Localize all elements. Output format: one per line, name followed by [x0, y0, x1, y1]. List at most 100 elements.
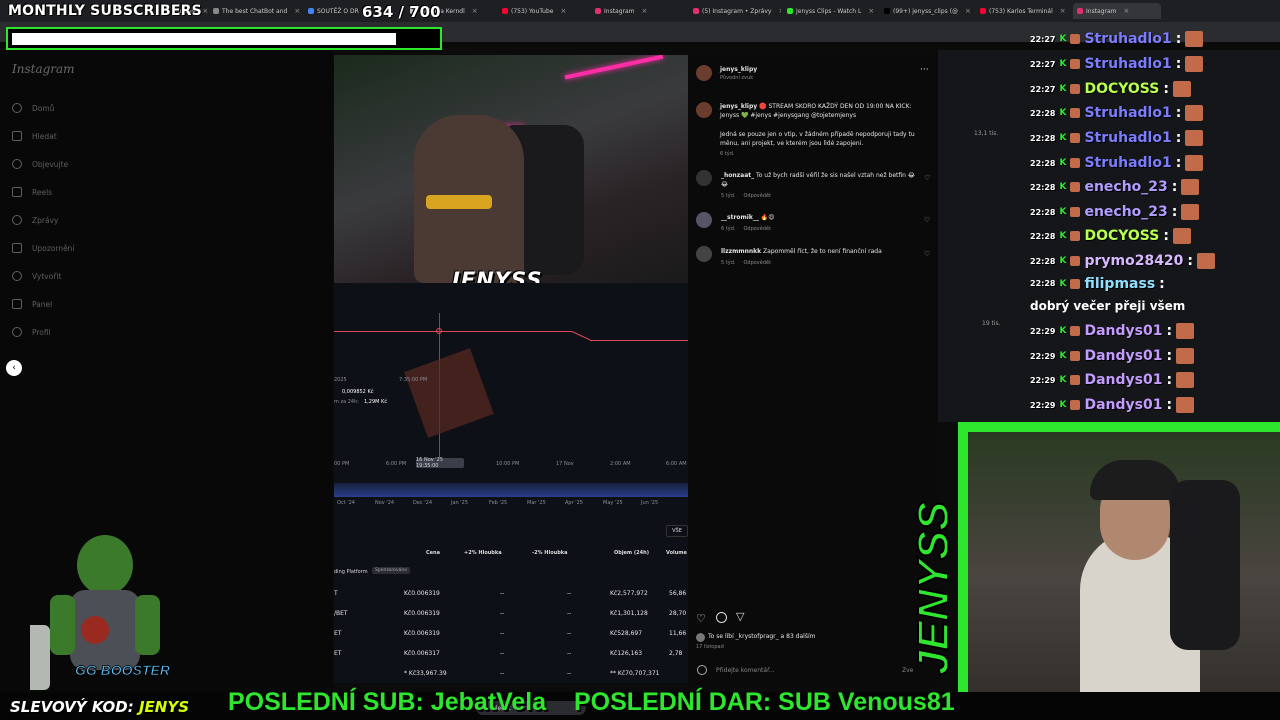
chat-username[interactable]: Struhadlo1: [1084, 130, 1171, 146]
tab-close-icon[interactable]: ×: [868, 7, 874, 15]
comment-icon[interactable]: [716, 612, 727, 623]
nav-item-compass[interactable]: Objevujte: [12, 157, 68, 171]
caption-avatar[interactable]: [696, 102, 712, 118]
tab-close-icon[interactable]: ×: [294, 7, 300, 15]
nav-item-search[interactable]: Hledat: [12, 129, 57, 143]
post-audio[interactable]: Původní zvuk: [720, 75, 753, 81]
table-cell-price: Kč0.006319: [404, 590, 440, 597]
commenter-avatar[interactable]: [696, 246, 712, 262]
comment-user[interactable]: __stromik__: [721, 214, 759, 221]
emoji-icon[interactable]: [697, 665, 707, 675]
commenter-avatar[interactable]: [696, 170, 712, 186]
table-row[interactable]: T Kč0.006319 -- -- Kč2,577,972 56,86: [334, 587, 688, 601]
comment-like-icon[interactable]: ♡: [924, 174, 930, 182]
chat-username[interactable]: DOCYOSS: [1084, 81, 1159, 97]
table-row[interactable]: ET Kč0.006317 -- -- Kč126,163 2,78: [334, 647, 688, 661]
browser-tab[interactable]: (753) Karlos Terminál ×: [980, 3, 1068, 19]
reply-button[interactable]: Odpovědět: [743, 226, 771, 232]
nav-item-panel[interactable]: Panel: [12, 297, 52, 311]
table-row[interactable]: /BET Kč0.006319 -- -- Kč1,301,128 28,70: [334, 607, 688, 621]
chat-username[interactable]: enecho_23: [1084, 204, 1167, 220]
browser-tab[interactable]: The best ChatBot and ×: [213, 3, 301, 19]
tab-close-icon[interactable]: ×: [965, 7, 971, 15]
chat-username[interactable]: enecho_23: [1084, 179, 1167, 195]
browser-tab[interactable]: Instagram ×: [595, 3, 683, 19]
reply-button[interactable]: Odpovědět: [743, 193, 771, 199]
nav-item-profile[interactable]: Profil: [12, 325, 51, 339]
commenter-avatar[interactable]: [696, 212, 712, 228]
tab-close-icon[interactable]: ×: [642, 7, 648, 15]
share-icon[interactable]: ▽: [736, 610, 744, 623]
tab-close-icon[interactable]: ×: [1124, 7, 1130, 15]
tab-close-icon[interactable]: ×: [202, 7, 208, 15]
nav-item-label: Zprávy: [32, 215, 59, 225]
range-tick-label: Oct '24: [337, 500, 355, 506]
comment-input[interactable]: Přidejte komentář...: [716, 666, 775, 675]
chat-username[interactable]: Struhadlo1: [1084, 105, 1171, 121]
chat-timestamp: 22:28: [1030, 256, 1056, 266]
volume-label: m za 24h:: [334, 399, 359, 405]
browser-tab[interactable]: (753) YouTube ×: [502, 3, 590, 19]
chat-timestamp: 22:27: [1030, 84, 1056, 94]
chat-username[interactable]: Dandys01: [1084, 323, 1162, 339]
tab-close-icon[interactable]: ×: [1060, 7, 1066, 15]
reply-button[interactable]: Odpovědět: [743, 260, 771, 266]
kick-badge-icon: K: [1059, 84, 1067, 94]
likes-text[interactable]: To se líbí _krystofpragr_ a 83 dalším: [708, 632, 815, 641]
tab-favicon-icon: [308, 8, 314, 14]
subscribers-title: MONTHLY SUBSCRIBERS: [8, 3, 202, 19]
chat-username[interactable]: Dandys01: [1084, 372, 1162, 388]
table-row[interactable]: * Kč33,967.39 -- -- ** Kč70,707,371: [334, 667, 688, 681]
all-button[interactable]: VŠE: [666, 525, 688, 537]
chat-username[interactable]: Dandys01: [1084, 348, 1162, 364]
more-options-icon[interactable]: ···: [920, 66, 929, 75]
tab-favicon-icon: [787, 8, 793, 14]
chat-username[interactable]: Struhadlo1: [1084, 31, 1171, 47]
nav-item-heart[interactable]: Upozornění: [12, 241, 75, 255]
comment-user[interactable]: llzzmmnnkk: [721, 248, 761, 255]
tab-close-icon[interactable]: ×: [778, 7, 781, 15]
chat-username[interactable]: DOCYOSS: [1084, 228, 1159, 244]
prev-post-icon[interactable]: ‹: [6, 360, 22, 376]
table-cell-price: Kč0.006319: [404, 610, 440, 617]
comment-user[interactable]: _honzaat_: [721, 172, 754, 179]
browser-tab[interactable]: Instagram ×: [1073, 3, 1161, 19]
comment-like-icon[interactable]: ♡: [924, 250, 930, 258]
chat-username[interactable]: Dandys01: [1084, 397, 1162, 413]
nav-item-plus[interactable]: Vytvořit: [12, 269, 61, 283]
chat-message: 22:28 Kenecho_23:: [1030, 201, 1200, 223]
browser-tab[interactable]: (5) Instagram • Zprávy ×: [693, 3, 781, 19]
browser-tab[interactable]: (99+) jenyss_clips (@ ×: [884, 3, 972, 19]
chat-emote-icon: [1176, 372, 1195, 388]
tab-favicon-icon: [595, 8, 601, 14]
chat-message: 22:29 K Dandys01:: [1030, 320, 1195, 342]
caption-author[interactable]: jenys_klipy: [720, 103, 757, 110]
liker-avatar[interactable]: [696, 633, 705, 642]
like-icon[interactable]: ♡: [696, 612, 708, 625]
chat-username[interactable]: prymo28420: [1084, 253, 1183, 269]
browser-tab[interactable]: Jenyss Clips - Watch L ×: [787, 3, 875, 19]
plus-icon: [12, 271, 22, 281]
nav-item-messages[interactable]: Zprávy: [12, 213, 58, 227]
table-row[interactable]: ET Kč0.006319 -- -- Kč528,697 11,66: [334, 627, 688, 641]
post-author[interactable]: jenys_klipy: [720, 65, 757, 74]
comment-text: llzzmmnnkk Zapomměl říct, že to není fin…: [721, 247, 921, 256]
chat-message: 22:28 Kfilipmass: dobrý večer přeji všem: [1030, 274, 1250, 314]
author-avatar[interactable]: [696, 65, 712, 81]
nav-item-home[interactable]: Domů: [12, 101, 54, 115]
tab-favicon-icon: [502, 8, 508, 14]
comment-meta: 5 týd. Odpovědět: [721, 260, 771, 266]
comment-meta: 6 týd. Odpovědět: [721, 226, 771, 232]
subscribers-goal: / 700: [398, 3, 441, 21]
tab-close-icon[interactable]: ×: [472, 7, 478, 15]
sub-badge-icon: [1070, 326, 1081, 336]
chat-emote-icon: [1176, 323, 1195, 339]
tab-close-icon[interactable]: ×: [560, 7, 566, 15]
chat-username[interactable]: Struhadlo1: [1084, 56, 1171, 72]
comment-like-icon[interactable]: ♡: [924, 216, 930, 224]
nav-item-reels[interactable]: Reels: [12, 185, 52, 199]
reel-video[interactable]: JENYSS: [334, 55, 688, 283]
chat-username[interactable]: filipmass: [1084, 276, 1155, 292]
instagram-logo[interactable]: Instagram: [12, 62, 75, 76]
chat-username[interactable]: Struhadlo1: [1084, 155, 1171, 171]
